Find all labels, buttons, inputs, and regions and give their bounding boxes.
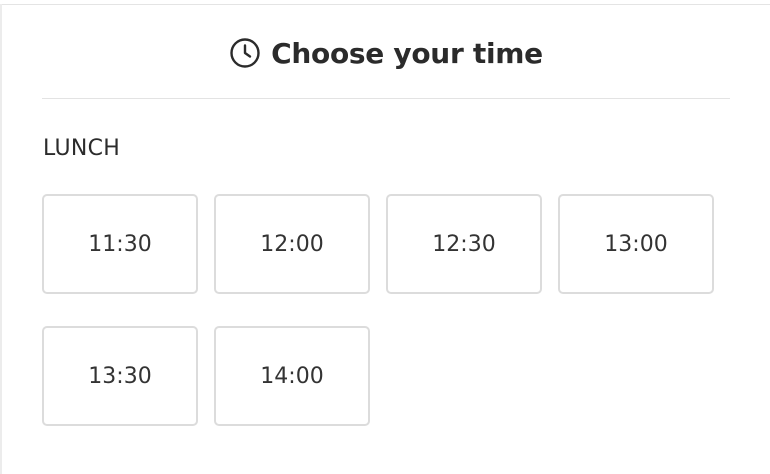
page-title: Choose your time bbox=[271, 36, 543, 70]
time-slot-grid: 11:30 12:00 12:30 13:00 13:30 14:00 bbox=[42, 194, 730, 426]
time-slot-button[interactable]: 14:00 bbox=[214, 326, 370, 426]
panel-header: Choose your time bbox=[42, 30, 730, 76]
time-slot-button[interactable]: 12:30 bbox=[386, 194, 542, 294]
time-slot-button[interactable]: 11:30 bbox=[42, 194, 198, 294]
time-picker-panel: Choose your time LUNCH 11:30 12:00 12:30… bbox=[0, 0, 770, 474]
time-slot-button[interactable]: 12:00 bbox=[214, 194, 370, 294]
left-border bbox=[0, 4, 2, 474]
time-slot-button[interactable]: 13:30 bbox=[42, 326, 198, 426]
section-label-lunch: LUNCH bbox=[43, 136, 121, 161]
clock-icon bbox=[229, 37, 261, 69]
time-slot-button[interactable]: 13:00 bbox=[558, 194, 714, 294]
top-border bbox=[0, 4, 770, 5]
header-divider bbox=[42, 98, 730, 99]
